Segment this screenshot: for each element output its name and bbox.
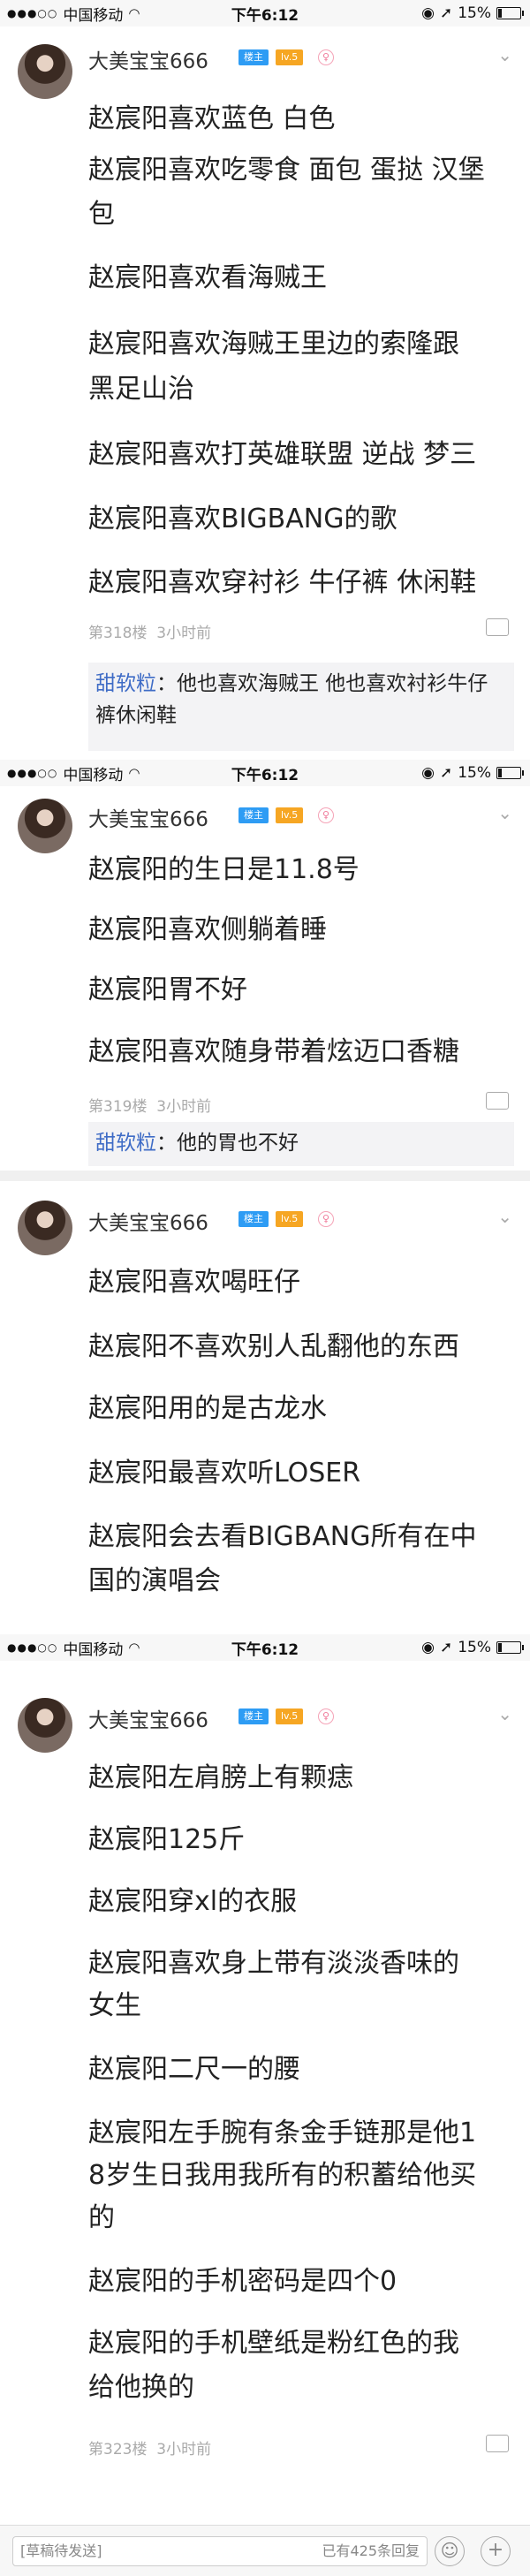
chevron-down-icon[interactable]: ⌄ [497,1206,512,1227]
post-320: 大美宝宝666 楼主 lv.5 ♀ ⌄ 赵宸阳喜欢喝旺仔 赵宸阳不喜欢别人乱翻他… [0,1181,530,1634]
badge-owner: 楼主 [238,1211,269,1227]
sub-reply-author[interactable]: 甜软粒 [95,1132,156,1155]
username[interactable]: 大美宝宝666 [88,1206,208,1236]
post-line: 国的演唱会 [88,1565,221,1596]
username[interactable]: 大美宝宝666 [88,1703,208,1733]
lock-icon: ◉ [421,1639,435,1656]
avatar[interactable] [18,1698,72,1753]
floor-number: 第318楼 [88,625,148,642]
post-line: 8岁生日我用我所有的积蓄给他买 [88,2160,477,2191]
post-line: 赵宸阳用的是古龙水 [88,1393,327,1424]
post-line: 的 [88,2202,115,2233]
post-line: 赵宸阳喜欢吃零食 面包 蛋挞 汉堡 [88,155,485,186]
location-icon: ➚ [439,1639,453,1656]
battery-icon [496,767,524,779]
post-meta: 第319楼 3小时前 [88,1094,211,1116]
badge-level: lv.5 [276,1211,304,1227]
battery-icon [496,1641,524,1654]
post-line: 赵宸阳不喜欢别人乱翻他的东西 [88,1331,459,1362]
badge-level: lv.5 [276,807,304,823]
reply-icon[interactable] [486,1092,509,1110]
battery-percent: 15% [458,1639,491,1656]
reply-icon[interactable] [486,2435,509,2452]
draft-label: [草稿待发送] [20,2542,102,2559]
avatar[interactable] [18,1201,72,1255]
post-line: 赵宸阳喜欢随身带着炫迈口香糖 [88,1036,459,1067]
lock-icon: ◉ [421,4,435,22]
post-line: 赵宸阳胃不好 [88,974,247,1005]
badge-owner: 楼主 [238,1708,269,1724]
location-icon: ➚ [439,4,453,22]
badge-owner: 楼主 [238,807,269,823]
avatar[interactable] [18,44,72,99]
gender-icon: ♀ [318,1708,334,1724]
post-line: 赵宸阳喜欢看海贼王 [88,262,327,293]
post-line: 黑足山治 [88,374,194,405]
username[interactable]: 大美宝宝666 [88,44,208,74]
post-319: 大美宝宝666 楼主 lv.5 ♀ ⌄ 赵宸阳的生日是11.8号 赵宸阳喜欢侧躺… [0,786,530,1166]
post-line: 赵宸阳喜欢打英雄联盟 逆战 梦三 [88,439,477,470]
post-line: 给他换的 [88,2372,194,2403]
post-separator [0,1171,530,1181]
post-318: 大美宝宝666 楼主 lv.5 ♀ ⌄ 赵宸阳喜欢蓝色 白色 赵宸阳喜欢吃零食 … [0,27,530,760]
post-line: 赵宸阳的手机密码是四个0 [88,2266,398,2297]
post-line: 赵宸阳喜欢喝旺仔 [88,1267,300,1298]
battery-icon [496,7,524,19]
status-bar: ●●●○○ 中国移动 ◠ 下午6:12 ◉ ➚ 15% [0,1634,530,1661]
post-line: 赵宸阳喜欢身上带有淡淡香味的 [88,1948,459,1979]
reply-icon[interactable] [486,618,509,636]
location-icon: ➚ [439,764,453,782]
emoji-icon[interactable]: ☺ [435,2536,465,2566]
avatar[interactable] [18,799,72,853]
reply-input[interactable]: [草稿待发送] 已有425条回复 [12,2536,428,2566]
post-line: 赵宸阳喜欢蓝色 白色 [88,103,336,134]
post-line: 赵宸阳喜欢穿衬衫 牛仔裤 休闲鞋 [88,567,477,598]
post-line: 赵宸阳喜欢海贼王里边的索隆跟 [88,329,459,360]
post-line: 包 [88,199,115,230]
post-line: 赵宸阳的手机壁纸是粉红色的我 [88,2328,459,2359]
floor-number: 第323楼 [88,2441,148,2459]
post-line: 赵宸阳二尺一的腰 [88,2054,300,2085]
post-meta: 第323楼 3小时前 [88,2436,211,2459]
badge-level: lv.5 [276,49,304,65]
status-bar: ●●●○○ 中国移动 ◠ 下午6:12 ◉ ➚ 15% [0,0,530,27]
post-line: 赵宸阳会去看BIGBANG所有在中 [88,1521,477,1552]
reply-bar: [草稿待发送] 已有425条回复 ☺ + [0,2525,530,2576]
post-line: 赵宸阳喜欢BIGBANG的歌 [88,504,398,534]
gender-icon: ♀ [318,1211,334,1227]
post-line: 赵宸阳的生日是11.8号 [88,854,360,885]
post-line: 赵宸阳左手腕有条金手链那是他1 [88,2118,477,2148]
battery-percent: 15% [458,764,491,782]
chevron-down-icon[interactable]: ⌄ [497,44,512,65]
chevron-down-icon[interactable]: ⌄ [497,1703,512,1724]
sub-reply-author[interactable]: 甜软粒 [95,672,156,695]
battery-percent: 15% [458,4,491,22]
status-bar: ●●●○○ 中国移动 ◠ 下午6:12 ◉ ➚ 15% [0,760,530,786]
post-time: 3小时前 [156,1098,212,1116]
sub-reply-text: ：他的胃也不好 [156,1132,299,1155]
badge-owner: 楼主 [238,49,269,65]
reply-count: 已有425条回复 [322,2542,420,2559]
post-time: 3小时前 [156,625,212,642]
post-time: 3小时前 [156,2441,212,2459]
post-meta: 第318楼 3小时前 [88,620,211,642]
post-line: 赵宸阳左肩膀上有颗痣 [88,1762,353,1793]
sub-reply[interactable]: 甜软粒：他也喜欢海贼王 他也喜欢衬衫牛仔裤休闲鞋 [88,663,514,751]
chevron-down-icon[interactable]: ⌄ [497,802,512,823]
badge-level: lv.5 [276,1708,304,1724]
post-line: 赵宸阳最喜欢听LOSER [88,1458,361,1489]
post-line: 女生 [88,1990,141,2021]
post-line: 赵宸阳125斤 [88,1824,246,1855]
lock-icon: ◉ [421,764,435,782]
post-323: 大美宝宝666 楼主 lv.5 ♀ ⌄ 赵宸阳左肩膀上有颗痣 赵宸阳125斤 赵… [0,1661,530,2525]
post-line: 赵宸阳喜欢侧躺着睡 [88,914,327,945]
username[interactable]: 大美宝宝666 [88,802,208,832]
sub-reply[interactable]: 甜软粒：他的胃也不好 [88,1122,514,1166]
post-line: 赵宸阳穿xl的衣服 [88,1886,298,1917]
floor-number: 第319楼 [88,1098,148,1116]
plus-icon[interactable]: + [481,2536,511,2566]
gender-icon: ♀ [318,807,334,823]
gender-icon: ♀ [318,49,334,65]
